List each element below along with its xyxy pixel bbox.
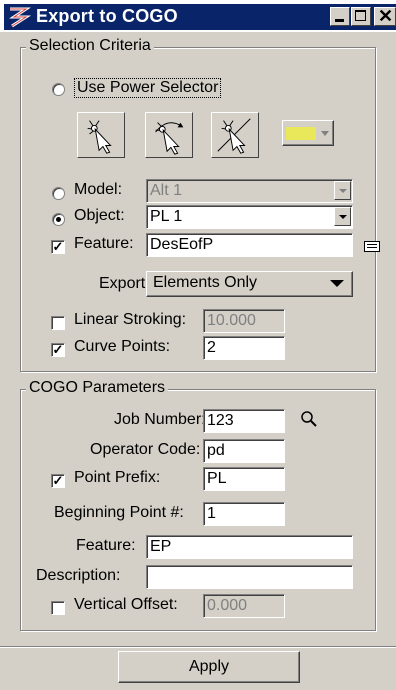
- title-bar: Export to COGO ✕: [0, 0, 396, 32]
- cogo-parameters-label: COGO Parameters: [26, 379, 169, 397]
- app-logo-icon: [9, 7, 32, 28]
- point-prefix-input[interactable]: PL: [203, 467, 285, 491]
- apply-button[interactable]: Apply: [118, 651, 300, 683]
- export-label: Export:: [99, 275, 150, 292]
- vertical-offset-label: Vertical Offset:: [74, 596, 178, 613]
- close-icon: ✕: [378, 6, 394, 26]
- feature-browse-icon[interactable]: [364, 241, 380, 252]
- curve-points-label: Curve Points:: [74, 338, 171, 355]
- export-mode-value: Elements Only: [153, 274, 258, 291]
- chain-selection-icon: [155, 122, 184, 155]
- description-input[interactable]: [146, 565, 353, 589]
- minimize-icon: [335, 19, 344, 22]
- object-combobox[interactable]: PL 1: [146, 205, 353, 229]
- beginning-point-input[interactable]: 1: [203, 502, 285, 526]
- model-value: Alt 1: [150, 182, 183, 199]
- close-button[interactable]: ✕: [374, 6, 396, 26]
- search-icon[interactable]: [300, 410, 318, 428]
- chevron-down-icon[interactable]: [334, 207, 351, 226]
- cogo-feature-input[interactable]: EP: [146, 535, 353, 559]
- use-power-selector-label[interactable]: Use Power Selector: [74, 78, 222, 98]
- minimize-button[interactable]: [330, 7, 350, 26]
- window-title: Export to COGO: [36, 6, 178, 26]
- model-radio[interactable]: [52, 187, 65, 200]
- apply-button-label: Apply: [188, 658, 230, 675]
- chevron-down-icon: [321, 131, 329, 136]
- highlight-color-picker[interactable]: [282, 120, 334, 146]
- select-cross-tool-button[interactable]: [211, 112, 259, 158]
- feature-checkbox[interactable]: ✓: [51, 240, 65, 254]
- beginning-point-label: Beginning Point #:: [54, 504, 184, 521]
- export-mode-dropdown[interactable]: Elements Only: [146, 271, 353, 297]
- object-radio[interactable]: [52, 213, 65, 226]
- description-label: Description:: [36, 567, 121, 584]
- object-label: Object:: [74, 207, 125, 224]
- vertical-offset-checkbox[interactable]: [51, 601, 65, 615]
- curve-points-input[interactable]: 2: [203, 336, 285, 360]
- select-element-tool-button[interactable]: [77, 112, 125, 158]
- job-number-input[interactable]: 123: [203, 409, 285, 433]
- use-power-selector-radio[interactable]: [52, 83, 65, 96]
- vertical-offset-input[interactable]: 0.000: [203, 594, 285, 618]
- point-prefix-checkbox[interactable]: ✓: [51, 474, 65, 488]
- feature-input[interactable]: DesEofP: [146, 233, 353, 257]
- maximize-icon: [355, 10, 366, 21]
- point-prefix-label: Point Prefix:: [74, 469, 161, 486]
- chevron-down-icon[interactable]: [334, 181, 351, 200]
- linear-stroking-input[interactable]: 10.000: [203, 309, 285, 333]
- color-swatch: [286, 127, 316, 140]
- feature-label: Feature:: [74, 235, 134, 252]
- model-combobox[interactable]: Alt 1: [146, 179, 353, 203]
- maximize-button[interactable]: [351, 7, 371, 26]
- curve-points-checkbox[interactable]: ✓: [51, 343, 65, 357]
- object-value: PL 1: [150, 208, 183, 225]
- linear-stroking-checkbox[interactable]: [51, 316, 65, 330]
- linear-stroking-label: Linear Stroking:: [74, 311, 187, 328]
- operator-code-label: Operator Code:: [90, 441, 201, 458]
- crossing-selection-icon: [217, 118, 251, 154]
- selection-arrow-icon: [87, 120, 112, 154]
- job-number-label: Job Number:: [114, 411, 206, 428]
- select-chain-tool-button[interactable]: [145, 112, 193, 158]
- operator-code-input[interactable]: pd: [203, 439, 285, 463]
- cogo-feature-label: Feature:: [76, 537, 136, 554]
- chevron-down-icon: [330, 280, 344, 287]
- model-label: Model:: [74, 181, 123, 198]
- title-bar-fill: Export to COGO ✕: [4, 4, 396, 30]
- selection-criteria-label: Selection Criteria: [26, 37, 154, 55]
- footer-separator: [0, 646, 396, 648]
